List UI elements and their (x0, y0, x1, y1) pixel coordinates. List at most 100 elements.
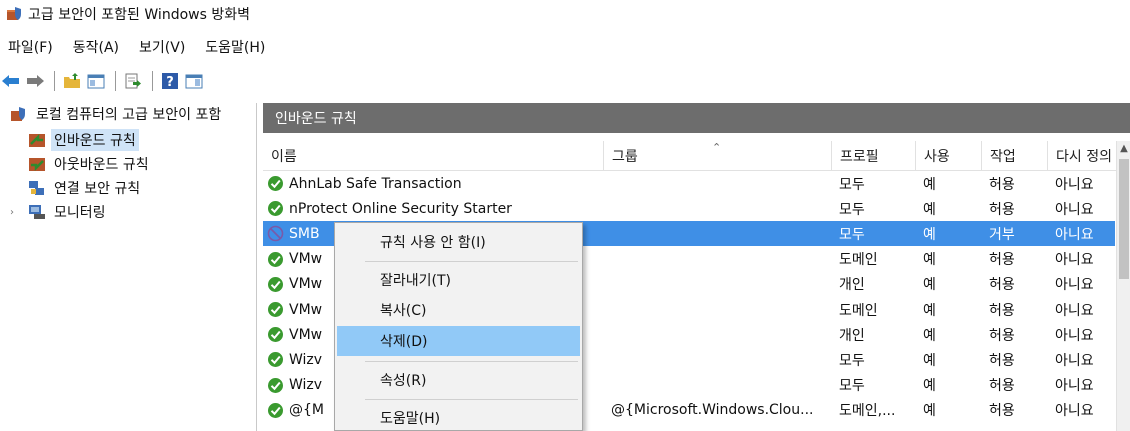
pane-title: 인바운드 규칙 (263, 103, 1130, 133)
column-header-name[interactable]: 이름 (263, 141, 603, 171)
tree-item-monitoring[interactable]: › 모니터링 (10, 201, 109, 223)
rule-enabled: 예 (923, 352, 936, 369)
column-header-profile[interactable]: 프로필 (831, 141, 915, 171)
context-menu: 규칙 사용 안 함(I) 잘라내기(T) 복사(C) 삭제(D) 속성(R) 도… (334, 222, 583, 431)
column-header-group[interactable]: 그룹 ⌃ (603, 141, 831, 171)
column-header-action[interactable]: 작업 (981, 141, 1047, 171)
menu-help[interactable]: 도움말(H) (195, 37, 275, 57)
rule-group (611, 297, 831, 322)
help-icon[interactable]: ? (159, 70, 181, 92)
allowed-rule-icon (268, 251, 283, 267)
allowed-rule-icon (268, 302, 283, 317)
column-header-override[interactable]: 다시 정의 (1047, 141, 1115, 171)
allowed-rule-icon (268, 201, 283, 217)
rule-name-text: SMB (289, 225, 320, 242)
context-menu-help[interactable]: 도움말(H) (337, 403, 580, 431)
context-menu-cut[interactable]: 잘라내기(T) (337, 265, 580, 295)
connection-security-icon (28, 180, 46, 196)
monitoring-icon (28, 204, 46, 220)
action-pane-icon[interactable] (183, 70, 205, 92)
rule-enabled: 예 (923, 201, 936, 218)
vertical-scrollbar[interactable]: ▲ (1116, 141, 1130, 431)
context-menu-properties[interactable]: 속성(R) (337, 365, 580, 395)
rule-enabled: 예 (923, 327, 936, 344)
console-tree-icon[interactable] (85, 70, 107, 92)
rule-action: 허용 (989, 176, 1015, 193)
column-header-row: 이름 그룹 ⌃ 프로필 사용 작업 다시 정의 (263, 141, 1130, 171)
rule-name-text: Wizv (289, 351, 323, 368)
tree-item-label: 로컬 컴퓨터의 고급 보안이 포함 (36, 107, 222, 123)
tree-item-label: 인바운드 규칙 (51, 129, 139, 151)
expand-chevron-icon[interactable]: › (10, 207, 24, 218)
rule-profile: 모두 (839, 352, 865, 369)
rule-override: 아니요 (1055, 201, 1094, 218)
tree-item-outbound-rules[interactable]: 아웃바운드 규칙 (28, 153, 152, 175)
tree-item-inbound-rules[interactable]: 인바운드 규칙 (28, 129, 139, 151)
allowed-rule-icon (268, 352, 283, 368)
allowed-rule-icon (268, 276, 283, 292)
rule-name-text: Wizv (289, 377, 323, 394)
rule-group (611, 272, 831, 297)
rule-override: 아니요 (1055, 252, 1094, 269)
rule-override: 아니요 (1055, 226, 1094, 243)
tree-item-root[interactable]: 로컬 컴퓨터의 고급 보안이 포함 (10, 103, 224, 125)
scroll-up-icon[interactable]: ▲ (1118, 143, 1130, 157)
toolbar-separator (115, 71, 116, 91)
context-menu-separator (365, 261, 578, 262)
rule-row[interactable]: AhnLab Safe Transaction 모두 예 허용 아니요 (263, 171, 1115, 196)
rule-action: 허용 (989, 378, 1015, 395)
forward-arrow-icon[interactable] (24, 70, 46, 92)
rule-override: 아니요 (1055, 277, 1094, 294)
scroll-thumb[interactable] (1119, 159, 1129, 279)
rule-name: nProtect Online Security Starter (267, 196, 603, 221)
rule-row[interactable]: nProtect Online Security Starter 모두 예 허용 아니요 (263, 196, 1115, 221)
firewall-app-icon (6, 6, 22, 22)
rule-action: 허용 (989, 352, 1015, 369)
context-menu-copy[interactable]: 복사(C) (337, 295, 580, 325)
rule-action: 허용 (989, 277, 1015, 294)
tree-item-label: 연결 보안 규칙 (54, 181, 141, 197)
rule-group (611, 322, 831, 347)
tree-item-connection-security-rules[interactable]: 연결 보안 규칙 (28, 177, 143, 199)
window-title: 고급 보안이 포함된 Windows 방화벽 (28, 7, 250, 23)
toolbar-separator (152, 71, 153, 91)
menu-view[interactable]: 보기(V) (129, 37, 195, 57)
rule-group (611, 373, 831, 398)
rule-profile: 도메인,... (839, 403, 896, 420)
column-header-group-label: 그룹 (612, 149, 638, 165)
toolbar-separator (54, 71, 55, 91)
rule-group: @{Microsoft.Windows.Clou... (611, 402, 814, 419)
rule-override: 아니요 (1055, 378, 1094, 395)
rule-name-text: VMw (289, 326, 323, 343)
rule-enabled: 예 (923, 176, 936, 193)
blocked-rule-icon (267, 226, 284, 242)
allowed-rule-icon (268, 402, 283, 418)
context-menu-separator (365, 399, 578, 400)
allowed-rule-icon (268, 176, 283, 191)
rule-name-text: AhnLab Safe Transaction (289, 175, 462, 192)
column-header-enabled[interactable]: 사용 (915, 141, 981, 171)
console-tree: 로컬 컴퓨터의 고급 보안이 포함 인바운드 규칙 아웃바운드 규칙 연결 보안… (10, 103, 257, 431)
menu-bar: 파일(F) 동작(A) 보기(V) 도움말(H) (0, 36, 275, 58)
rule-enabled: 예 (923, 252, 936, 269)
export-list-icon[interactable] (122, 70, 144, 92)
allowed-rule-icon (268, 327, 283, 343)
rule-enabled: 예 (923, 403, 936, 420)
context-menu-disable-rule[interactable]: 규칙 사용 안 함(I) (337, 227, 580, 257)
folder-up-icon[interactable] (61, 70, 83, 92)
rule-name-text: VMw (289, 301, 323, 318)
menu-file[interactable]: 파일(F) (0, 37, 63, 57)
context-menu-delete[interactable]: 삭제(D) (337, 326, 580, 356)
rule-profile: 개인 (839, 277, 865, 294)
back-arrow-icon[interactable] (0, 70, 22, 92)
title-bar: 고급 보안이 포함된 Windows 방화벽 (0, 0, 1130, 28)
rule-profile: 모두 (839, 226, 865, 243)
rule-action: 허용 (989, 403, 1015, 420)
rule-override: 아니요 (1055, 302, 1094, 319)
menu-action[interactable]: 동작(A) (63, 37, 129, 57)
rule-override: 아니요 (1055, 327, 1094, 344)
rule-profile: 모두 (839, 201, 865, 218)
rule-name-text: nProtect Online Security Starter (289, 200, 512, 217)
svg-text:?: ? (166, 75, 174, 90)
rule-name-text: VMw (289, 276, 323, 293)
